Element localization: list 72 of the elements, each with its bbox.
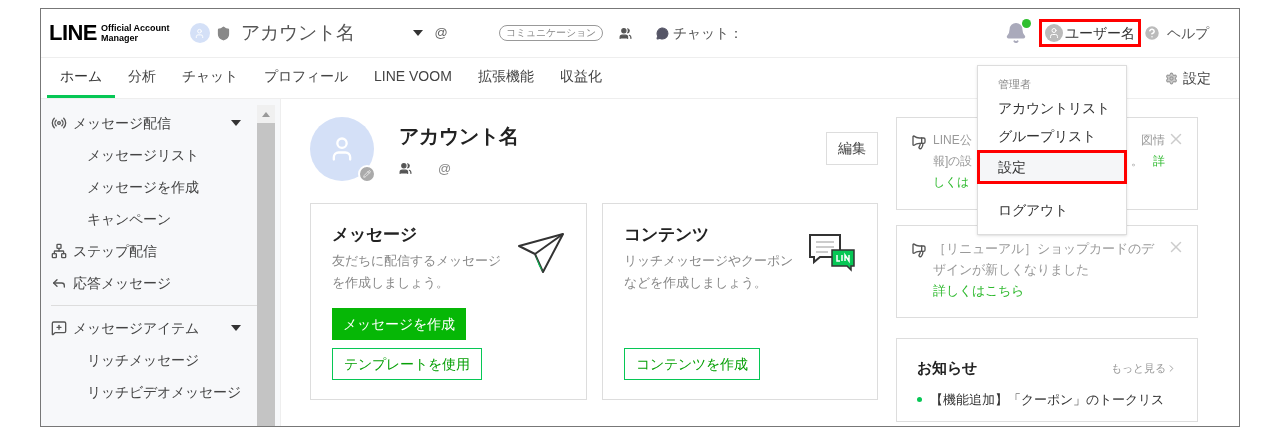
- nav-tab[interactable]: 拡張機能: [464, 58, 547, 98]
- profile-name: アカウント名: [399, 124, 519, 149]
- menu-item-label: 設定: [998, 157, 1026, 177]
- menu-item-label: ログアウト: [998, 200, 1068, 220]
- nav-tab[interactable]: プロフィール: [251, 58, 361, 98]
- outline-button[interactable]: コンテンツを作成: [623, 348, 760, 380]
- sidebar-item[interactable]: ステップ配信: [51, 235, 257, 267]
- menu-item[interactable]: 設定: [977, 150, 1127, 184]
- nav-tab[interactable]: LINE VOOM: [361, 58, 465, 98]
- hierarchy-icon: [51, 243, 67, 259]
- broadcast-icon: [51, 115, 67, 131]
- account-avatar: [189, 23, 210, 43]
- help-icon[interactable]: [1143, 24, 1161, 42]
- notice-text: 。: [1131, 153, 1143, 170]
- paper-plane-icon: [516, 232, 565, 274]
- expand-caret-icon: [231, 120, 241, 126]
- account-id: @: [434, 24, 449, 43]
- megaphone-icon: [911, 134, 927, 150]
- menu-item-label: グループリスト: [998, 126, 1096, 146]
- menu-header: 管理者: [997, 77, 1032, 92]
- chat-bubbles-icon: [808, 232, 856, 272]
- edit-button[interactable]: 編集: [826, 132, 878, 165]
- profile-id: @: [438, 160, 452, 178]
- sidebar-label: メッセージ配信: [73, 113, 172, 133]
- expand-caret-icon: [231, 325, 241, 331]
- scroll-up-icon[interactable]: [262, 111, 270, 117]
- notice-text: ［リニューアル］ショップカードのデザインが新しくなりました 詳しくはこちら: [933, 240, 1156, 300]
- card-title: コンテンツ: [623, 224, 710, 246]
- outline-button[interactable]: テンプレートを使用: [332, 348, 482, 380]
- news-title: お知らせ: [917, 358, 977, 378]
- menu-item[interactable]: ログアウト: [978, 196, 1126, 224]
- sidebar-subitem[interactable]: リッチビデオメッセージ: [51, 376, 257, 408]
- account-name: アカウント名: [240, 20, 356, 45]
- megaphone-icon: [911, 242, 927, 258]
- news-item[interactable]: 【機能追加】「クーポン」のトークリス: [930, 389, 1164, 409]
- menu-item-label: アカウントリスト: [998, 98, 1110, 118]
- card-title: メッセージ: [332, 224, 418, 246]
- caret-icon: [412, 30, 423, 36]
- card-description: 友だちに配信するメッセージを作成しましょう。: [332, 251, 502, 292]
- user-avatar-icon: [1045, 24, 1063, 42]
- nav-tab[interactable]: 分析: [115, 58, 169, 98]
- sidebar-subitem[interactable]: キャンペーン: [51, 203, 257, 235]
- user-menu-button[interactable]: ユーザー名: [1039, 19, 1141, 47]
- gear-icon: [1165, 71, 1178, 85]
- account-dropdown[interactable]: [412, 30, 423, 36]
- chat-icon: [655, 26, 669, 40]
- friends-icon: [399, 162, 412, 176]
- notice-text: 報]の設: [933, 153, 973, 170]
- sidebar-item[interactable]: 応答メッセージ: [51, 267, 257, 299]
- settings-link[interactable]: 設定: [1165, 58, 1211, 98]
- sidebar-label: 応答メッセージ: [73, 273, 172, 293]
- sidebar-label: メッセージアイテム: [73, 318, 200, 338]
- notice-text: 図情: [1141, 132, 1165, 149]
- nav-tab[interactable]: 収益化: [546, 58, 615, 98]
- help-link[interactable]: ヘルプ: [1167, 22, 1209, 44]
- sidebar-item[interactable]: メッセージ配信: [51, 107, 257, 139]
- sidebar-label: ステップ配信: [73, 241, 158, 261]
- scrollbar[interactable]: [257, 105, 275, 426]
- card-description: リッチメッセージやクーポンなどを作成しましょう。: [623, 251, 794, 292]
- menu-item[interactable]: グループリスト: [978, 122, 1126, 150]
- shield-icon: [215, 25, 231, 41]
- sidebar-subitem[interactable]: メッセージを作成: [51, 171, 257, 203]
- sidebar-item[interactable]: メッセージアイテム: [51, 312, 257, 344]
- message-plus-icon: [51, 320, 67, 336]
- sidebar-subitem[interactable]: リッチメッセージ: [51, 344, 257, 376]
- notice-text: LINE公: [933, 132, 972, 149]
- friends-icon: [618, 26, 632, 40]
- nav-tab[interactable]: チャット: [169, 58, 251, 98]
- sidebar-subitem[interactable]: メッセージリスト: [51, 139, 257, 171]
- menu-item[interactable]: アカウントリスト: [978, 94, 1126, 122]
- edit-pencil-icon[interactable]: [358, 165, 376, 183]
- chat-label: チャット：: [672, 23, 743, 43]
